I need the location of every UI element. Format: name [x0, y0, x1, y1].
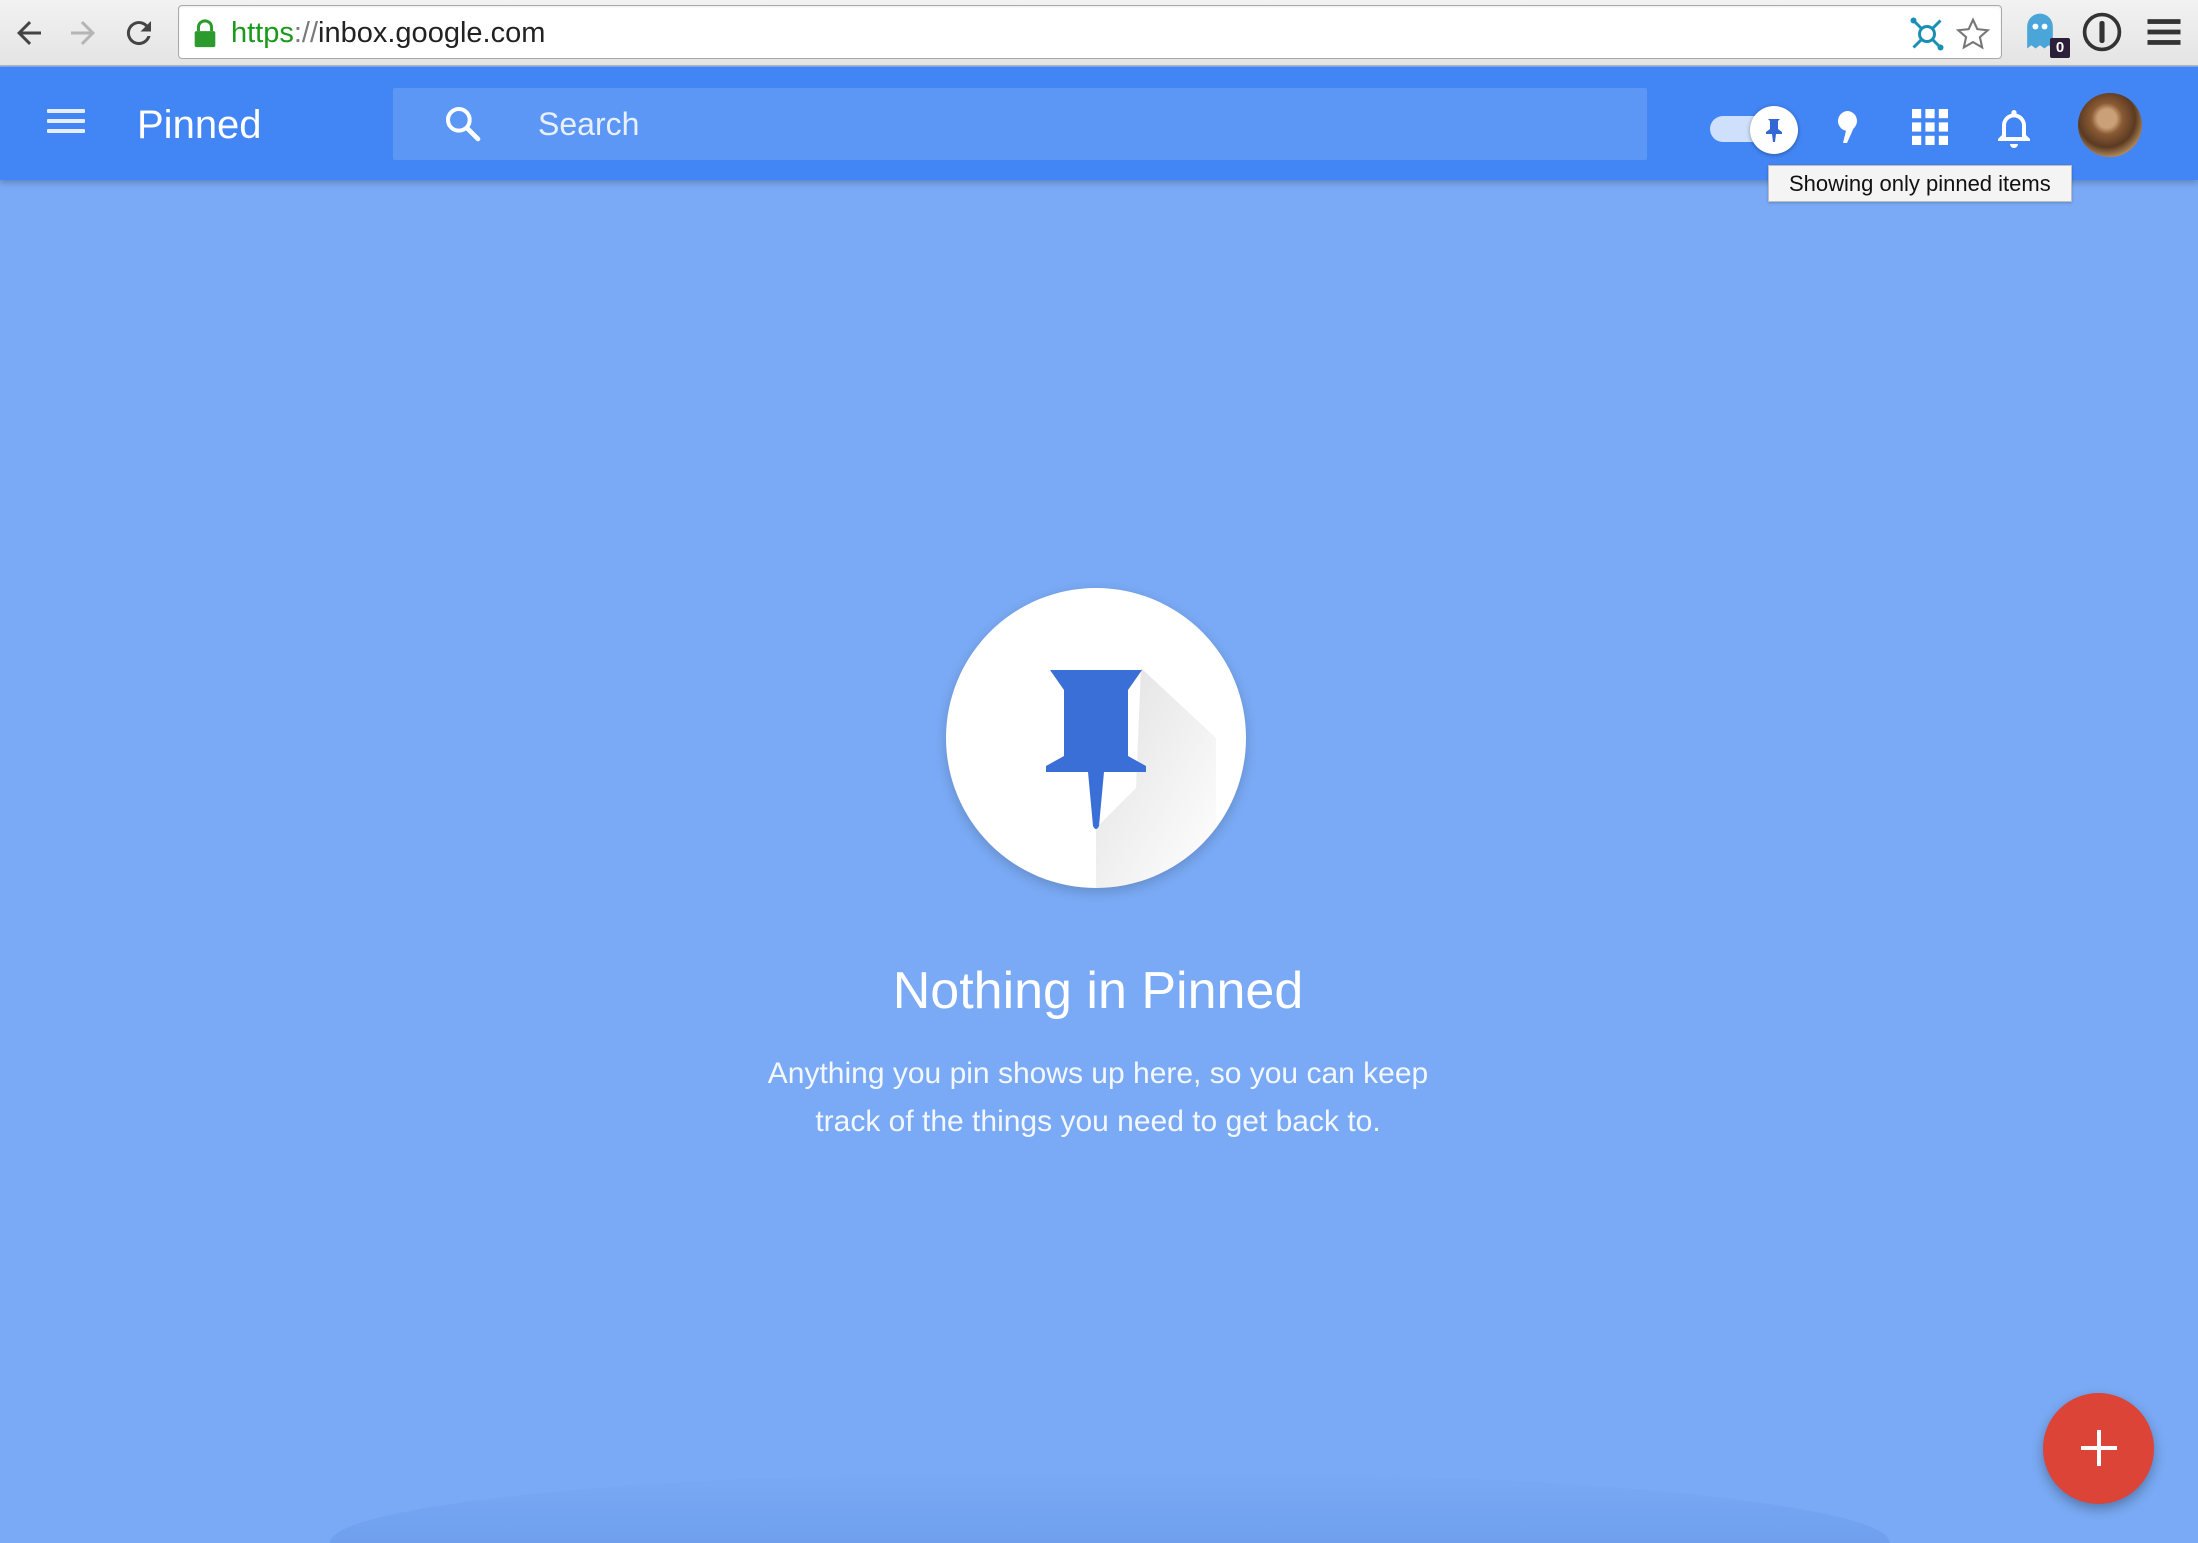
empty-state-illustration	[946, 588, 1246, 888]
reminder-icon[interactable]	[1824, 103, 1872, 151]
extension-network-icon[interactable]	[1909, 16, 1945, 52]
search-bar[interactable]	[393, 88, 1647, 160]
page-title: Pinned	[137, 103, 262, 147]
forward-arrow-icon	[71, 21, 95, 45]
search-input[interactable]	[538, 100, 1618, 148]
toggle-knob	[1750, 106, 1798, 154]
notifications-bell-icon[interactable]	[1990, 103, 2038, 151]
url-text: https://inbox.google.com	[231, 17, 546, 49]
compose-button[interactable]	[2043, 1393, 2154, 1504]
forward-button[interactable]	[58, 8, 108, 58]
back-arrow-icon	[17, 21, 41, 45]
empty-state-title: Nothing in Pinned	[892, 962, 1304, 1020]
reload-button[interactable]	[114, 8, 164, 58]
empty-state-description: Anything you pin shows up here, so you c…	[767, 1057, 1429, 1138]
apps-grid-icon[interactable]	[1906, 103, 1954, 151]
hamburger-icon	[47, 109, 85, 113]
address-bar[interactable]: https://inbox.google.com	[178, 5, 2002, 59]
reload-icon	[126, 21, 151, 46]
pinned-tooltip: Showing only pinned items	[1768, 165, 2072, 202]
avatar[interactable]	[2078, 93, 2142, 157]
lock-icon	[194, 19, 216, 48]
pin-icon	[1766, 119, 1782, 142]
browser-toolbar: https://inbox.google.com 0	[0, 0, 2198, 66]
star-icon[interactable]	[1955, 16, 1991, 52]
ghost-badge: 0	[2050, 38, 2070, 58]
bottom-shadow	[330, 1470, 1890, 1543]
app-bar: Pinned	[0, 67, 2198, 180]
main-menu-button[interactable]	[36, 101, 96, 151]
pin-icon	[1046, 668, 1216, 888]
browser-menu-icon[interactable]	[2142, 10, 2186, 54]
password-manager-icon[interactable]	[2080, 10, 2124, 54]
search-icon[interactable]	[443, 104, 483, 144]
back-button[interactable]	[4, 8, 54, 58]
pinned-toggle[interactable]	[1708, 106, 1798, 154]
